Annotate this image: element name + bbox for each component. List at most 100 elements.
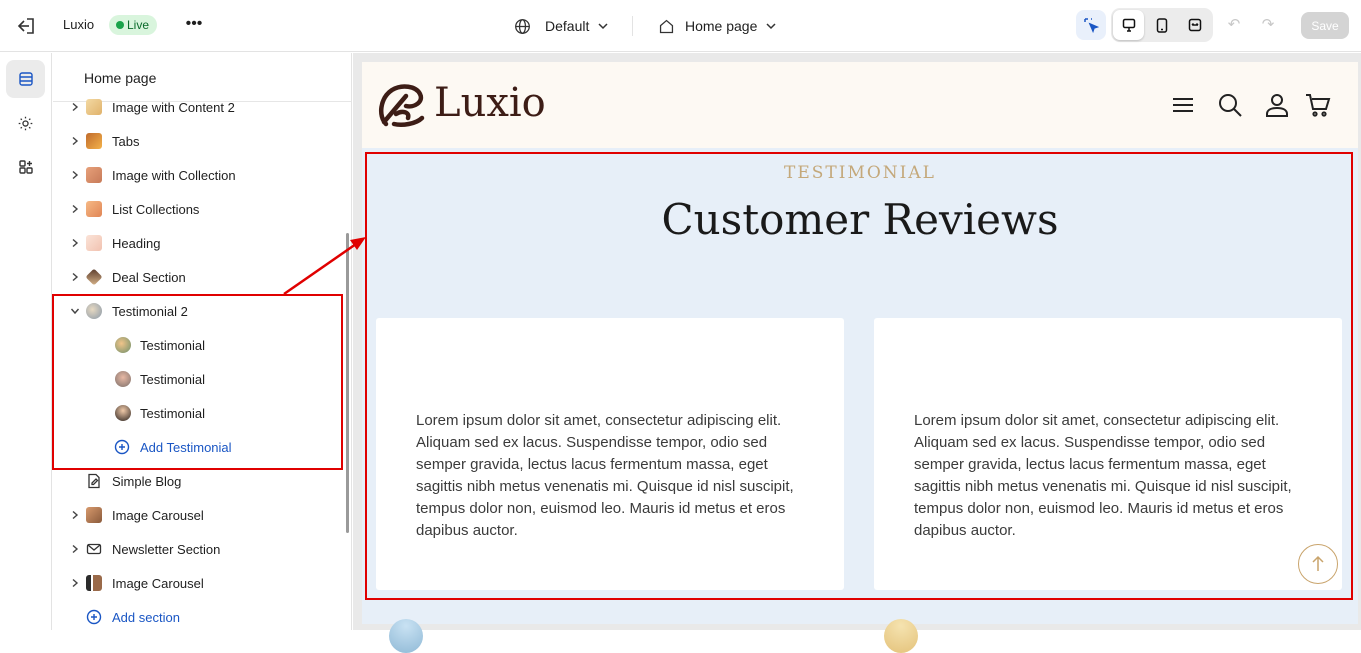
section-item[interactable]: Newsletter Section — [53, 532, 351, 566]
expand-icon — [1189, 18, 1202, 32]
avatar — [389, 619, 423, 653]
editor-topbar: Luxio Live ••• Default Home page ↶ ↷ Sav… — [0, 0, 1361, 52]
block-item[interactable]: Testimonial — [53, 396, 351, 430]
section-label: Deal Section — [112, 269, 186, 285]
add-section-link[interactable]: Add section — [53, 600, 351, 630]
section-item[interactable]: List Collections — [53, 192, 351, 226]
chevron-right-icon[interactable] — [69, 577, 81, 589]
section-item[interactable]: Image with Content 2 — [53, 90, 351, 124]
block-thumbnail-icon — [115, 405, 131, 421]
block-thumbnail-icon — [115, 337, 131, 353]
chevron-down-icon — [598, 23, 608, 30]
more-options-button[interactable]: ••• — [183, 14, 205, 36]
block-label: Testimonial — [140, 371, 206, 387]
testimonial-card: Lorem ipsum dolor sit amet, consectetur … — [874, 318, 1342, 590]
hamburger-menu-icon[interactable] — [1170, 92, 1196, 118]
page-selector[interactable]: Home page — [658, 15, 777, 37]
section-item[interactable]: Tabs — [53, 124, 351, 158]
desktop-view-button[interactable] — [1113, 10, 1145, 40]
block-label: Testimonial — [140, 405, 206, 421]
add-testimonial-link[interactable]: Add Testimonial — [53, 430, 351, 464]
section-thumbnail-icon — [86, 575, 102, 591]
chevron-right-icon[interactable] — [69, 101, 81, 113]
panel-title: Home page — [84, 70, 157, 86]
chevron-right-icon[interactable] — [69, 169, 81, 181]
chevron-right-icon[interactable] — [69, 203, 81, 215]
home-icon — [659, 19, 674, 33]
chevron-right-icon[interactable] — [69, 135, 81, 147]
chevron-down-icon — [766, 23, 776, 30]
section-item[interactable]: Deal Section — [53, 260, 351, 294]
block-label: Testimonial — [140, 337, 206, 353]
theme-selector[interactable]: Default — [514, 15, 609, 37]
testimonial-card: Lorem ipsum dolor sit amet, consectetur … — [376, 318, 844, 590]
section-thumbnail-icon — [86, 507, 102, 523]
section-thumbnail-icon — [86, 167, 102, 183]
panel-scrollbar[interactable] — [346, 233, 349, 533]
section-label: Testimonial 2 — [112, 303, 188, 319]
section-item[interactable]: Image Carousel — [53, 566, 351, 600]
arrow-up-icon — [1312, 555, 1324, 571]
live-status-badge: Live — [109, 15, 158, 35]
section-label: Image with Collection — [112, 167, 236, 183]
section-label: List Collections — [112, 201, 200, 217]
editor-rail — [0, 53, 52, 630]
cart-icon[interactable] — [1305, 92, 1331, 118]
blog-icon — [86, 473, 102, 489]
divider — [632, 16, 633, 36]
section-thumbnail-icon — [86, 303, 102, 319]
block-item[interactable]: Testimonial — [53, 328, 351, 362]
chevron-right-icon[interactable] — [69, 509, 81, 521]
testimonial-text: Lorem ipsum dolor sit amet, consectetur … — [914, 412, 1292, 539]
section-item[interactable]: Simple Blog — [53, 464, 351, 498]
redo-icon[interactable]: ↷ — [1258, 15, 1278, 35]
theme-label: Default — [545, 18, 590, 34]
undo-icon[interactable]: ↶ — [1224, 15, 1244, 35]
section-label: Simple Blog — [112, 473, 182, 489]
section-item[interactable]: Image with Collection — [53, 158, 351, 192]
section-label: Image with Content 2 — [112, 99, 235, 115]
section-thumbnail-icon — [86, 235, 102, 251]
fullwidth-view-button[interactable] — [1180, 10, 1211, 40]
sections-icon — [18, 72, 33, 86]
logo-icon[interactable] — [376, 80, 428, 130]
store-logo-text[interactable]: Luxio — [434, 80, 546, 126]
add-circle-icon — [86, 609, 102, 625]
store-name: Luxio — [63, 17, 95, 32]
section-heading: Customer Reviews — [661, 195, 1059, 244]
mobile-view-button[interactable] — [1146, 10, 1177, 40]
block-thumbnail-icon — [115, 371, 131, 387]
testimonial-text: Lorem ipsum dolor sit amet, consectetur … — [416, 412, 794, 539]
account-icon[interactable] — [1264, 92, 1290, 118]
search-icon[interactable] — [1217, 92, 1243, 118]
section-label: Heading — [112, 235, 161, 251]
chevron-down-icon[interactable] — [69, 305, 81, 317]
scroll-to-top-button[interactable] — [1298, 544, 1338, 584]
cursor-select-icon — [1084, 18, 1099, 33]
sections-button[interactable] — [6, 60, 45, 98]
section-eyebrow: TESTIMONIAL — [784, 163, 936, 183]
section-thumbnail-icon — [86, 201, 102, 217]
section-label: Tabs — [112, 133, 140, 149]
apps-icon — [18, 160, 33, 174]
gear-icon — [18, 116, 33, 130]
section-item[interactable]: Heading — [53, 226, 351, 260]
section-label: Image Carousel — [112, 507, 204, 523]
chevron-right-icon[interactable] — [69, 543, 81, 555]
section-item[interactable]: Image Carousel — [53, 498, 351, 532]
chevron-right-icon[interactable] — [69, 237, 81, 249]
desktop-icon — [1122, 18, 1135, 32]
section-label: Newsletter Section — [112, 541, 221, 557]
settings-button[interactable] — [6, 104, 45, 142]
block-item[interactable]: Testimonial — [53, 362, 351, 396]
section-thumbnail-icon — [86, 99, 102, 115]
avatar — [884, 619, 918, 653]
chevron-right-icon[interactable] — [69, 271, 81, 283]
device-switcher — [1111, 8, 1213, 42]
add-testimonial-label: Add Testimonial — [140, 439, 232, 455]
exit-icon[interactable] — [14, 14, 38, 38]
section-item-testimonial-2[interactable]: Testimonial 2 — [53, 294, 351, 328]
save-button[interactable]: Save — [1301, 12, 1349, 39]
inspect-cursor-button[interactable] — [1076, 10, 1106, 40]
apps-button[interactable] — [6, 148, 45, 186]
